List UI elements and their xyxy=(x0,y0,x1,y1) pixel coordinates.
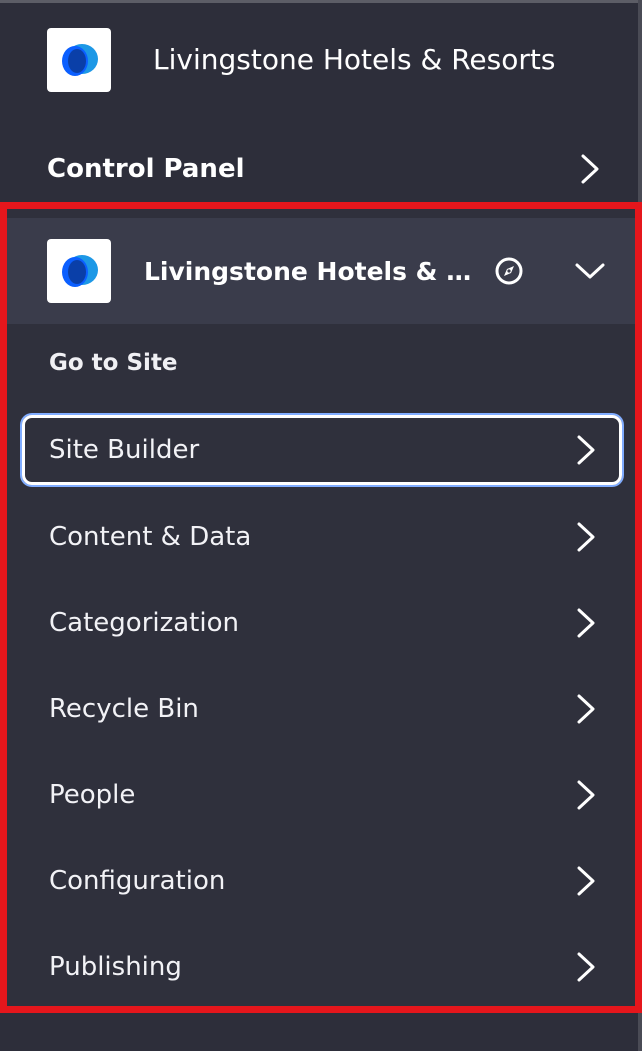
menu-item-publishing[interactable]: Publishing xyxy=(22,932,622,1002)
product-menu-header: Livingstone Hotels & Resorts xyxy=(0,3,638,116)
site-logo xyxy=(47,239,111,303)
chevron-right-icon xyxy=(568,605,604,641)
chevron-right-icon xyxy=(572,151,608,187)
chevron-right-icon xyxy=(568,949,604,985)
go-to-site-button[interactable] xyxy=(492,254,526,288)
chevron-right-icon xyxy=(568,777,604,813)
chevron-down-icon xyxy=(575,263,605,279)
menu-item-recycle-bin[interactable]: Recycle Bin xyxy=(22,674,622,744)
menu-item-label: Publishing xyxy=(49,952,182,982)
menu-item-people[interactable]: People xyxy=(22,760,622,830)
menu-item-label: Categorization xyxy=(49,608,239,638)
menu-item-label: Content & Data xyxy=(49,522,252,552)
menu-item-label: Configuration xyxy=(49,866,226,896)
menu-item-label: Recycle Bin xyxy=(49,694,199,724)
site-name: Livingstone Hotels & Resorts xyxy=(144,256,474,286)
go-to-site-link[interactable]: Go to Site xyxy=(49,350,178,376)
menu-item-label: People xyxy=(49,780,136,810)
menu-item-site-builder[interactable]: Site Builder xyxy=(22,415,622,485)
menu-item-configuration[interactable]: Configuration xyxy=(22,846,622,916)
product-title: Livingstone Hotels & Resorts xyxy=(153,43,556,76)
chevron-right-icon xyxy=(568,519,604,555)
collapse-site-button[interactable] xyxy=(570,251,610,291)
liferay-logo-icon xyxy=(62,255,98,287)
compass-icon xyxy=(495,257,523,285)
chevron-right-icon xyxy=(568,863,604,899)
chevron-right-icon xyxy=(568,432,604,468)
menu-item-label: Site Builder xyxy=(49,435,200,465)
product-logo xyxy=(47,27,111,92)
menu-item-content-data[interactable]: Content & Data xyxy=(22,502,622,572)
control-panel-label: Control Panel xyxy=(47,154,245,184)
menu-item-categorization[interactable]: Categorization xyxy=(22,588,622,658)
liferay-logo-icon xyxy=(62,43,98,76)
control-panel-link[interactable]: Control Panel xyxy=(0,134,638,204)
site-selector-header[interactable]: Livingstone Hotels & Resorts xyxy=(7,218,635,324)
chevron-right-icon xyxy=(568,691,604,727)
